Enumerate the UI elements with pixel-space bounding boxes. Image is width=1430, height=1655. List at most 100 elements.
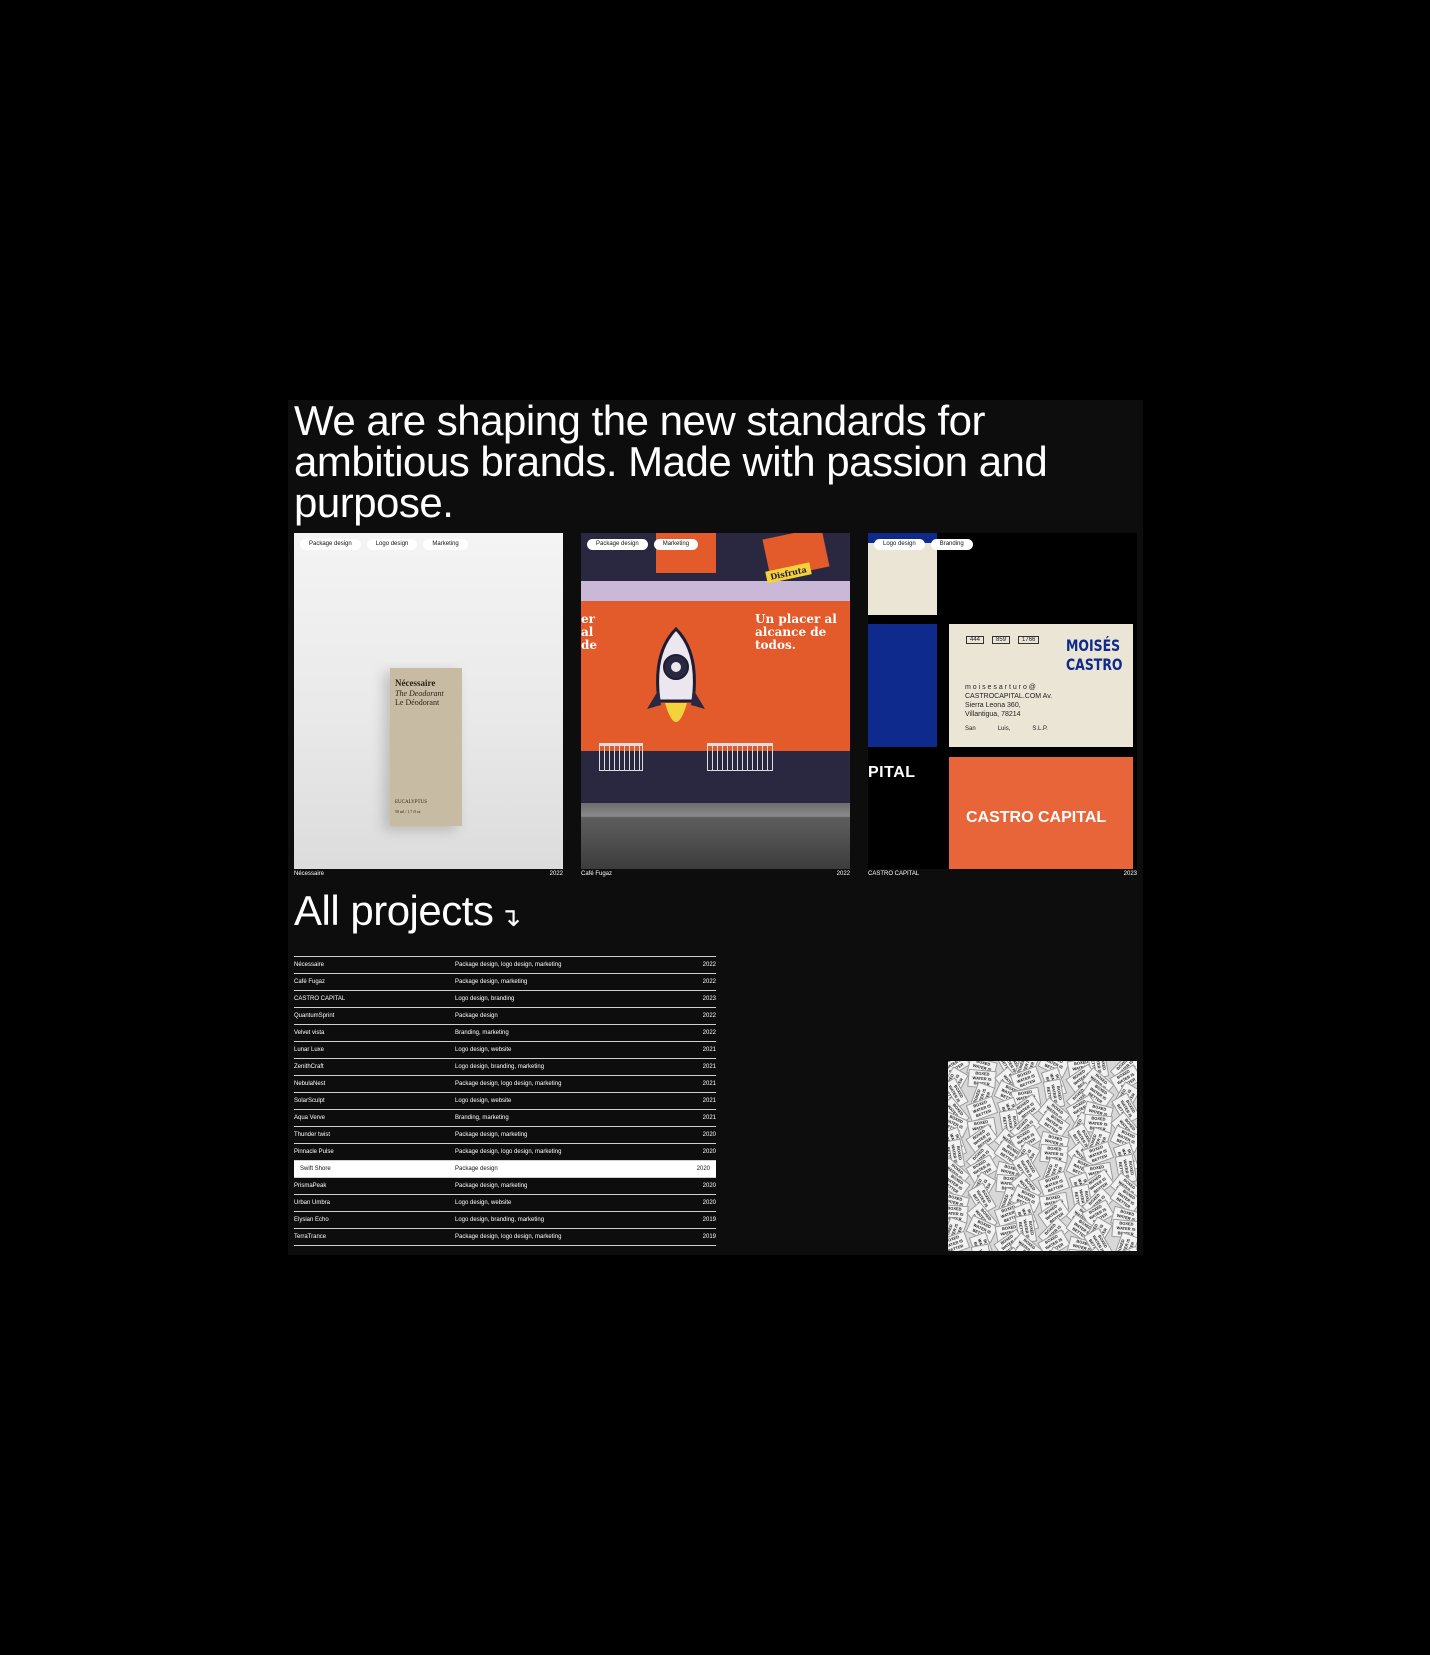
project-year: 2020 bbox=[702, 1149, 716, 1155]
coffee-bag bbox=[777, 703, 827, 751]
tag[interactable]: Marketing bbox=[653, 539, 699, 550]
project-services: Package design, logo design, marketing bbox=[455, 1234, 562, 1240]
railing bbox=[599, 743, 643, 771]
card-tags: Package design Marketing bbox=[587, 539, 699, 550]
project-row[interactable]: Aqua Verve Branding, marketing 2021 bbox=[294, 1110, 716, 1127]
project-services: Package design, marketing bbox=[455, 1183, 528, 1189]
card-name: MOISÉS CASTRO bbox=[1066, 636, 1123, 674]
project-row[interactable]: Lunar Luxe Logo design, website 2021 bbox=[294, 1042, 716, 1059]
project-row[interactable]: Nécessaire Package design, logo design, m… bbox=[294, 957, 716, 974]
sidewalk bbox=[581, 803, 850, 869]
project-services: Package design, logo design, marketing bbox=[455, 1149, 562, 1155]
project-name: Café Fugaz bbox=[294, 979, 326, 985]
project-name: ZenithCraft bbox=[294, 1064, 324, 1070]
number-box: 859 bbox=[992, 636, 1011, 644]
card-word-cut: PITAL bbox=[868, 764, 916, 781]
project-name: QuantumSprint bbox=[294, 1013, 335, 1019]
project-services: Package design, logo design, marketing bbox=[455, 1081, 562, 1087]
project-row[interactable]: NebulaNest Package design, logo design, m… bbox=[294, 1076, 716, 1093]
project-name: PrismaPeak bbox=[294, 1183, 327, 1189]
project-card-castro-capital[interactable]: PITAL 444 859 1766 MOISÉS CASTRO m o i s… bbox=[868, 533, 1137, 869]
project-name: Velvet vista bbox=[294, 1030, 325, 1036]
project-year: 2021 bbox=[702, 1047, 716, 1053]
project-services: Logo design, branding, marketing bbox=[455, 1217, 545, 1223]
card-title[interactable]: Nécessaire bbox=[294, 871, 324, 877]
box-line1: The Deodorant bbox=[395, 689, 444, 698]
card-numbers: 444 859 1766 bbox=[966, 636, 1040, 644]
project-row[interactable]: Café Fugaz Package design, marketing 2022 bbox=[294, 974, 716, 991]
business-card-navy: PITAL bbox=[868, 624, 937, 781]
project-row[interactable]: Urban Umbra Logo design, website 2020 bbox=[294, 1195, 716, 1212]
poster-slogan-cut: er al de bbox=[581, 612, 598, 652]
project-row[interactable]: Thunder twist Package design, marketing 20… bbox=[294, 1127, 716, 1144]
portfolio-panel: We are shaping the new standards for amb… bbox=[288, 400, 1143, 1255]
project-year: 2019 bbox=[702, 1234, 716, 1240]
tag[interactable]: Package design bbox=[300, 539, 361, 550]
all-projects-title: All projects bbox=[294, 887, 494, 934]
project-services: Package design, marketing bbox=[455, 979, 528, 985]
project-name: NebulaNest bbox=[294, 1081, 326, 1087]
project-services: Logo design, website bbox=[455, 1200, 512, 1206]
project-year: 2021 bbox=[702, 1081, 716, 1087]
project-row[interactable]: ZenithCraft Logo design, branding, market… bbox=[294, 1059, 716, 1076]
project-year: 2022 bbox=[702, 979, 716, 985]
rocket-icon bbox=[647, 626, 705, 722]
project-services: Branding, marketing bbox=[455, 1030, 509, 1036]
tag[interactable]: Logo design bbox=[874, 539, 925, 550]
box-brand: Nécessaire bbox=[395, 678, 436, 688]
project-services: Logo design, website bbox=[455, 1047, 512, 1053]
project-year: 2020 bbox=[702, 1200, 716, 1206]
tag[interactable]: Marketing bbox=[423, 539, 468, 550]
address-part: S.L.P. bbox=[1032, 726, 1048, 732]
project-name: Swift Shore bbox=[300, 1166, 331, 1172]
card-caption: Café Fugaz 2022 bbox=[581, 871, 850, 877]
project-name: Elysian Echo bbox=[294, 1217, 329, 1223]
project-row[interactable]: CASTRO CAPITAL Logo design, branding 2023 bbox=[294, 991, 716, 1008]
project-year: 2022 bbox=[702, 1030, 716, 1036]
project-card-necessaire[interactable]: Package design Logo design Marketing Néc… bbox=[294, 533, 563, 869]
project-year: 2021 bbox=[702, 1098, 716, 1104]
project-name: TerraTrance bbox=[294, 1234, 327, 1240]
project-row[interactable]: Pinnacle Pulse Package design, logo desig… bbox=[294, 1144, 716, 1161]
project-services: Package design bbox=[455, 1166, 498, 1172]
project-list: Nécessaire Package design, logo design, m… bbox=[294, 956, 716, 1246]
poster-rocket bbox=[601, 601, 751, 751]
project-row[interactable]: PrismaPeak Package design, marketing 2020 bbox=[294, 1178, 716, 1195]
all-projects-heading: All projects ↴ bbox=[294, 887, 521, 935]
card-year: 2022 bbox=[549, 871, 563, 877]
project-name: SolarSculpt bbox=[294, 1098, 325, 1104]
project-card-cafe-fugaz[interactable]: Un placer al alcance de todos. er al de … bbox=[581, 533, 850, 869]
project-row[interactable]: Elysian Echo Logo design, branding, marke… bbox=[294, 1212, 716, 1229]
address-part: Luis, bbox=[997, 726, 1011, 732]
box-scent: EUCALYPTUS bbox=[395, 800, 428, 805]
card-brand: CASTRO CAPITAL bbox=[966, 809, 1107, 826]
card-title[interactable]: CASTRO CAPITAL bbox=[868, 871, 919, 877]
tag[interactable]: Package design bbox=[587, 539, 648, 550]
project-services: Package design, marketing bbox=[455, 1132, 528, 1138]
project-row[interactable]: Velvet vista Branding, marketing 2022 bbox=[294, 1025, 716, 1042]
card-title[interactable]: Café Fugaz bbox=[581, 871, 612, 877]
poster-strip bbox=[581, 581, 850, 601]
tag[interactable]: Branding bbox=[930, 539, 973, 550]
project-year: 2020 bbox=[696, 1166, 710, 1172]
tag[interactable]: Logo design bbox=[366, 539, 418, 550]
project-services: Package design bbox=[455, 1013, 498, 1019]
box-size: 50 ml / 1.7 fl oz bbox=[395, 809, 421, 814]
project-year: 2021 bbox=[702, 1064, 716, 1070]
project-name: Urban Umbra bbox=[294, 1200, 331, 1206]
project-year: 2021 bbox=[702, 1115, 716, 1121]
project-services: Package design, logo design, marketing bbox=[455, 962, 562, 968]
project-row[interactable]: QuantumSprint Package design 2022 bbox=[294, 1008, 716, 1025]
project-row[interactable]: TerraTrance Package design, logo design, … bbox=[294, 1229, 716, 1246]
project-year: 2022 bbox=[702, 1013, 716, 1019]
address-part: San bbox=[965, 726, 976, 732]
project-row[interactable]: Swift Shore Package design 2020 bbox=[294, 1161, 716, 1178]
project-name: Thunder twist bbox=[294, 1132, 331, 1138]
project-year: 2020 bbox=[702, 1132, 716, 1138]
project-row[interactable]: SolarSculpt Logo design, website 2021 bbox=[294, 1093, 716, 1110]
project-services: Logo design, website bbox=[455, 1098, 512, 1104]
railing bbox=[707, 743, 773, 771]
project-preview-image: BOXED WATER IS BETTERBOXED WATER IS BETT… bbox=[948, 1061, 1137, 1251]
project-year: 2020 bbox=[702, 1183, 716, 1189]
project-services: Logo design, branding bbox=[455, 996, 515, 1002]
